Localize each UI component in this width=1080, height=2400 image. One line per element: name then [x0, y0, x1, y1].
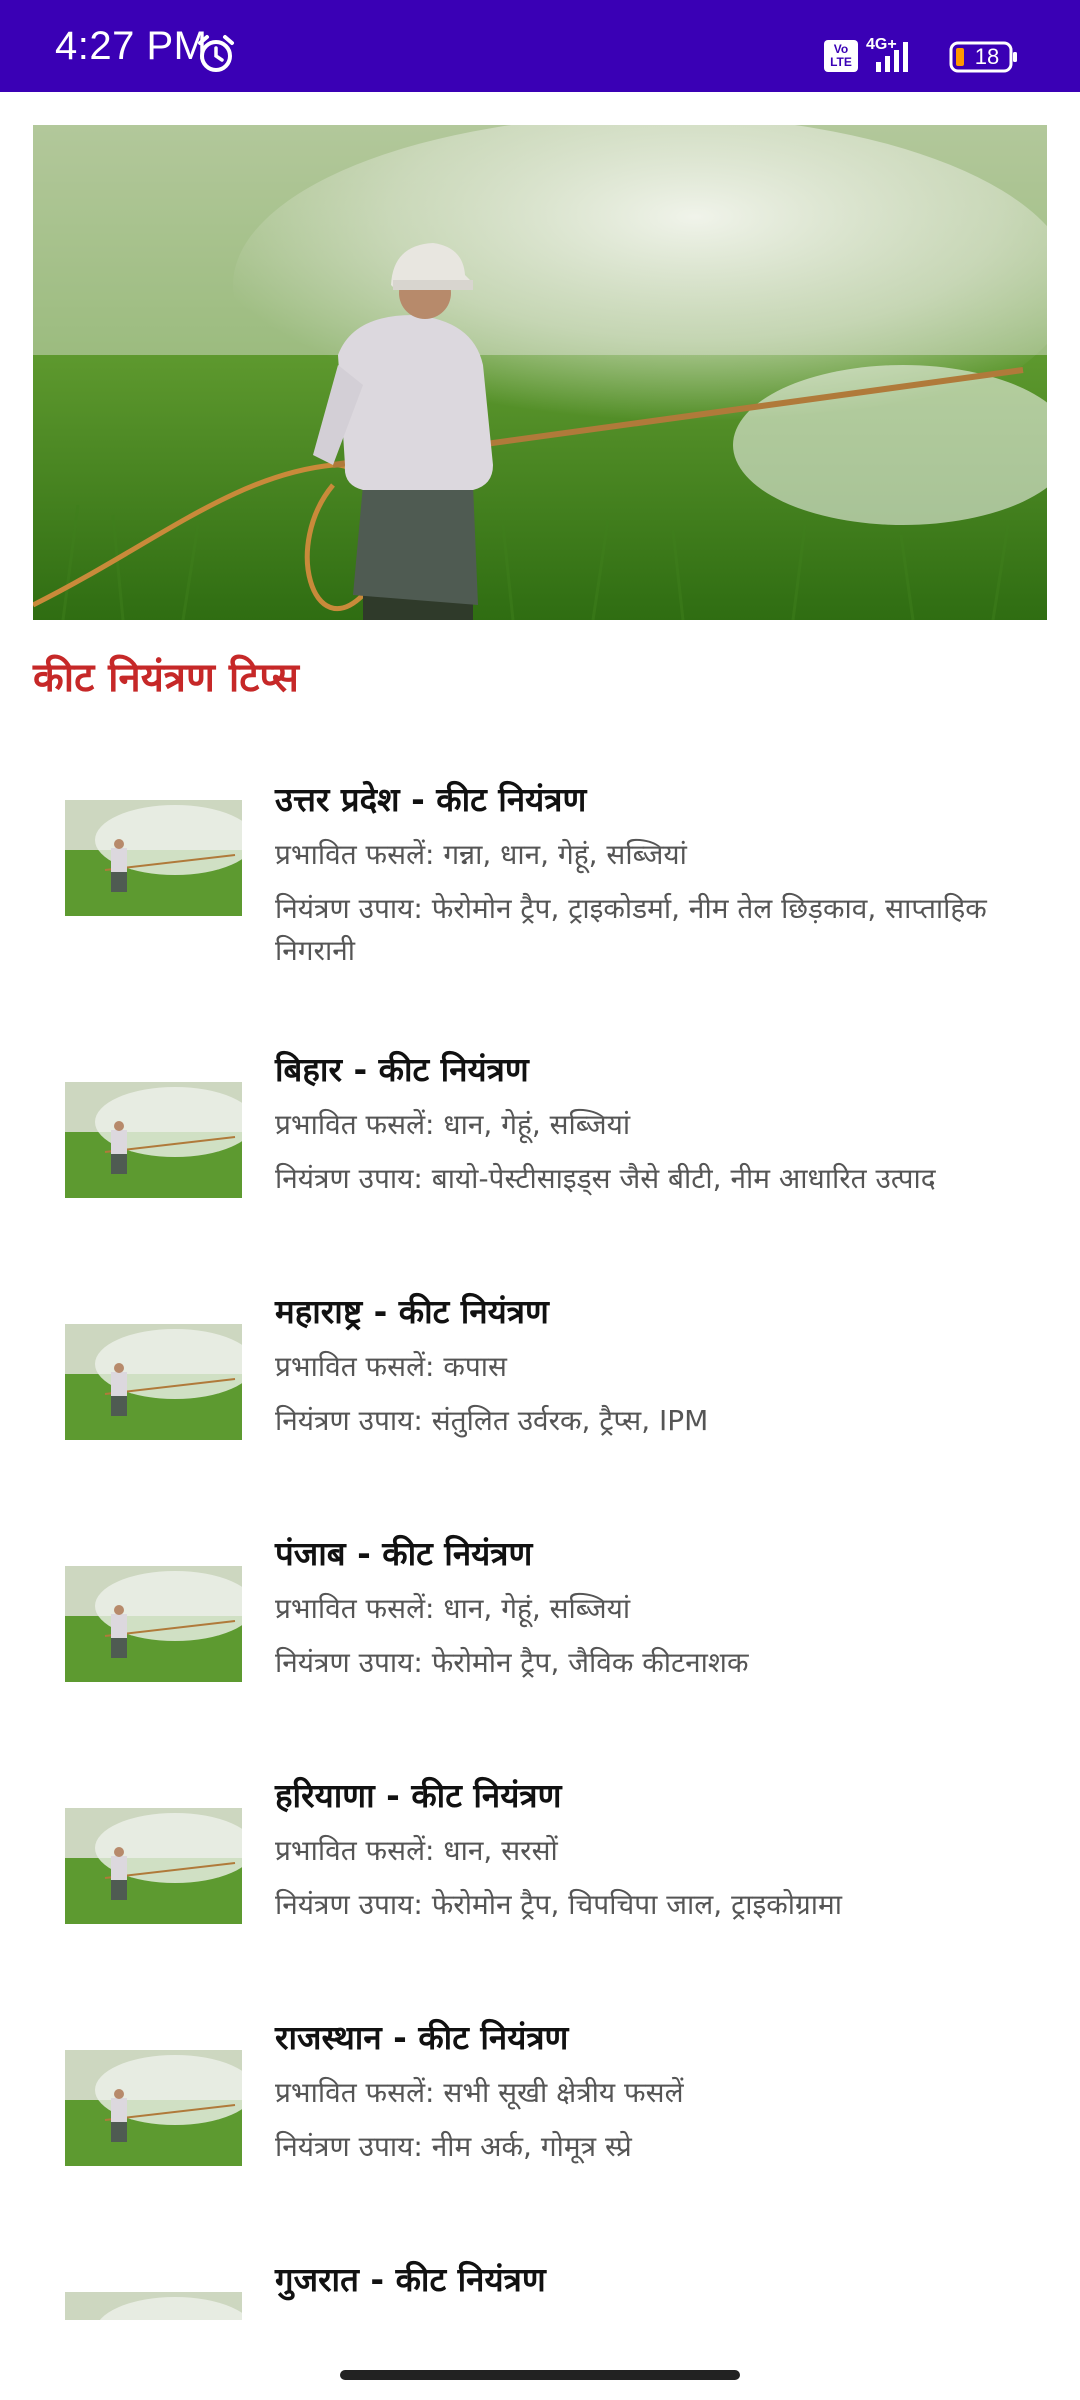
item-affected-crops: प्रभावित फसलें: गन्ना, धान, गेहूं, सब्जि…	[275, 838, 687, 871]
volte-icon: Vo LTE	[824, 40, 858, 72]
battery-level: 18	[974, 44, 1000, 69]
item-control-measures: नियंत्रण उपाय: फेरोमोन ट्रैप, जैविक कीटन…	[275, 1646, 749, 1679]
item-thumbnail	[65, 2292, 242, 2320]
item-title: राजस्थान - कीट नियंत्रण	[275, 2018, 569, 2057]
list-item[interactable]: हरियाणा - कीट नियंत्रण प्रभावित फसलें: धा…	[0, 1736, 1080, 1978]
item-thumbnail	[65, 1566, 242, 1682]
list-item[interactable]: पंजाब - कीट नियंत्रण प्रभावित फसलें: धान,…	[0, 1494, 1080, 1736]
list-item[interactable]: राजस्थान - कीट नियंत्रण प्रभावित फसलें: स…	[0, 1978, 1080, 2220]
item-control-measures: नियंत्रण उपाय: फेरोमोन ट्रैप, ट्राइकोडर्…	[275, 892, 987, 967]
tips-list[interactable]: उत्तर प्रदेश - कीट नियंत्रण प्रभावित फसले…	[0, 740, 1080, 2320]
alarm-icon	[198, 35, 234, 72]
list-item[interactable]: गुजरात - कीट नियंत्रण	[0, 2220, 1080, 2320]
home-indicator[interactable]	[340, 2370, 740, 2380]
item-control-measures: नियंत्रण उपाय: संतुलित उर्वरक, ट्रैप्स, …	[275, 1404, 709, 1437]
item-control-measures: नियंत्रण उपाय: नीम अर्क, गोमूत्र स्प्रे	[275, 2130, 632, 2163]
item-control-measures: नियंत्रण उपाय: बायो-पेस्टीसाइड्स जैसे बी…	[275, 1162, 936, 1195]
list-item[interactable]: उत्तर प्रदेश - कीट नियंत्रण प्रभावित फसले…	[0, 740, 1080, 982]
item-title: महाराष्ट्र - कीट नियंत्रण	[275, 1292, 549, 1331]
item-title: पंजाब - कीट नियंत्रण	[275, 1534, 533, 1573]
item-thumbnail	[65, 1082, 242, 1198]
item-affected-crops: प्रभावित फसलें: धान, गेहूं, सब्जियां	[275, 1592, 631, 1625]
item-thumbnail	[65, 800, 242, 916]
item-affected-crops: प्रभावित फसलें: धान, गेहूं, सब्जियां	[275, 1108, 631, 1141]
list-item[interactable]: बिहार - कीट नियंत्रण प्रभावित फसलें: धान,…	[0, 1010, 1080, 1252]
list-item[interactable]: महाराष्ट्र - कीट नियंत्रण प्रभावित फसलें:…	[0, 1252, 1080, 1494]
item-title: उत्तर प्रदेश - कीट नियंत्रण	[275, 780, 587, 819]
item-title: गुजरात - कीट नियंत्रण	[275, 2260, 546, 2299]
hero-image	[33, 125, 1047, 620]
item-thumbnail	[65, 1808, 242, 1924]
item-title: बिहार - कीट नियंत्रण	[275, 1050, 529, 1089]
item-affected-crops: प्रभावित फसलें: कपास	[275, 1350, 507, 1383]
item-affected-crops: प्रभावित फसलें: धान, सरसों	[275, 1834, 558, 1867]
network-type: 4G+	[866, 36, 897, 53]
status-time: 4:27 PM	[55, 24, 208, 68]
item-control-measures: नियंत्रण उपाय: फेरोमोन ट्रैप, चिपचिपा जा…	[275, 1888, 842, 1921]
item-affected-crops: प्रभावित फसलें: सभी सूखी क्षेत्रीय फसलें	[275, 2076, 684, 2109]
status-bar: 4:27 PM Vo LTE 4G+ 18	[0, 0, 1080, 92]
item-thumbnail	[65, 1324, 242, 1440]
item-thumbnail	[65, 2050, 242, 2166]
section-title: कीट नियंत्रण टिप्स	[33, 655, 299, 701]
item-title: हरियाणा - कीट नियंत्रण	[275, 1776, 562, 1815]
